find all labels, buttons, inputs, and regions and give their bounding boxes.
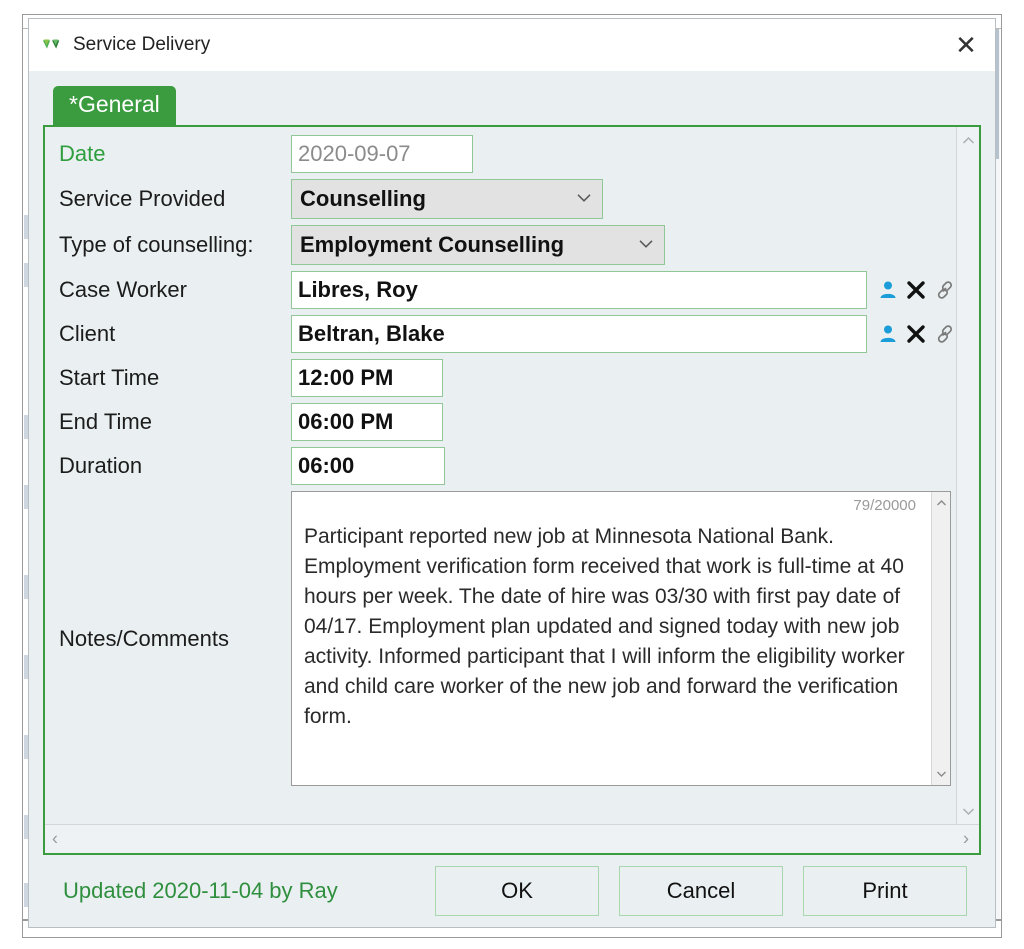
dialog-titlebar: Service Delivery ✕ xyxy=(29,19,995,71)
print-button[interactable]: Print xyxy=(803,866,967,916)
form-horizontal-scrollbar[interactable]: ‹ › xyxy=(45,824,979,853)
field-row-duration: Duration xyxy=(53,447,956,485)
person-lookup-icon[interactable] xyxy=(875,276,900,304)
label-start-time: Start Time xyxy=(53,365,291,391)
clear-field-icon[interactable] xyxy=(903,320,928,348)
form-scroll-left-icon[interactable]: ‹ xyxy=(52,829,58,850)
updated-status-text: Updated 2020-11-04 by Ray xyxy=(57,878,415,904)
date-input[interactable] xyxy=(291,135,473,173)
dialog-footer: Updated 2020-11-04 by Ray OK Cancel Prin… xyxy=(43,855,981,927)
field-row-case-worker: Case Worker xyxy=(53,271,956,309)
client-input[interactable] xyxy=(291,315,867,353)
field-row-notes: Notes/Comments 79/20000 Participant repo… xyxy=(53,491,956,786)
label-service-provided: Service Provided xyxy=(53,186,291,212)
field-row-date: Date xyxy=(53,135,956,173)
tab-strip: *General xyxy=(43,85,981,125)
case-worker-input[interactable] xyxy=(291,271,867,309)
label-duration: Duration xyxy=(53,453,291,479)
form-scroll-area: Date Service Provided Counselling xyxy=(45,127,979,824)
notes-scrollbar[interactable] xyxy=(931,492,950,785)
form-vertical-scrollbar[interactable] xyxy=(956,127,979,824)
form-fields: Date Service Provided Counselling xyxy=(45,127,956,824)
notes-comments-box[interactable]: 79/20000 Participant reported new job at… xyxy=(291,491,951,786)
type-of-counselling-select[interactable]: Employment Counselling xyxy=(291,225,665,265)
person-lookup-icon[interactable] xyxy=(875,320,900,348)
form-panel: Date Service Provided Counselling xyxy=(43,125,981,855)
label-end-time: End Time xyxy=(53,409,291,435)
leaf-logo-icon xyxy=(41,34,63,56)
close-icon[interactable]: ✕ xyxy=(937,19,995,71)
link-record-icon[interactable] xyxy=(931,276,956,304)
case-worker-actions xyxy=(875,276,956,304)
form-scroll-up-icon[interactable] xyxy=(959,131,977,149)
service-delivery-dialog: Service Delivery ✕ *General Date Service… xyxy=(28,18,996,928)
service-provided-select[interactable]: Counselling xyxy=(291,179,603,219)
end-time-input[interactable] xyxy=(291,403,443,441)
label-date: Date xyxy=(53,141,291,167)
field-row-end-time: End Time xyxy=(53,403,956,441)
notes-comments-text[interactable]: Participant reported new job at Minnesot… xyxy=(292,492,931,785)
notes-scroll-down-icon[interactable] xyxy=(932,765,950,783)
label-notes-comments: Notes/Comments xyxy=(53,626,291,652)
notes-scroll-up-icon[interactable] xyxy=(932,494,950,512)
label-type-of-counselling: Type of counselling: xyxy=(53,232,291,258)
label-client: Client xyxy=(53,321,291,347)
form-scroll-down-icon[interactable] xyxy=(959,802,977,820)
type-of-counselling-select-wrap: Employment Counselling xyxy=(291,225,665,265)
dialog-title: Service Delivery xyxy=(73,34,937,56)
client-actions xyxy=(875,320,956,348)
notes-character-counter: 79/20000 xyxy=(853,497,916,514)
field-row-client: Client xyxy=(53,315,956,353)
service-provided-select-wrap: Counselling xyxy=(291,179,603,219)
link-record-icon[interactable] xyxy=(931,320,956,348)
field-row-start-time: Start Time xyxy=(53,359,956,397)
ok-button[interactable]: OK xyxy=(435,866,599,916)
clear-field-icon[interactable] xyxy=(903,276,928,304)
field-row-type-of-counselling: Type of counselling: Employment Counsell… xyxy=(53,225,956,265)
duration-input[interactable] xyxy=(291,447,445,485)
field-row-service-provided: Service Provided Counselling xyxy=(53,179,956,219)
label-case-worker: Case Worker xyxy=(53,277,291,303)
dialog-body: *General Date Service Provided Counselli… xyxy=(29,71,995,927)
cancel-button[interactable]: Cancel xyxy=(619,866,783,916)
tab-general[interactable]: *General xyxy=(53,86,176,125)
form-scroll-right-icon[interactable]: › xyxy=(963,829,969,850)
start-time-input[interactable] xyxy=(291,359,443,397)
